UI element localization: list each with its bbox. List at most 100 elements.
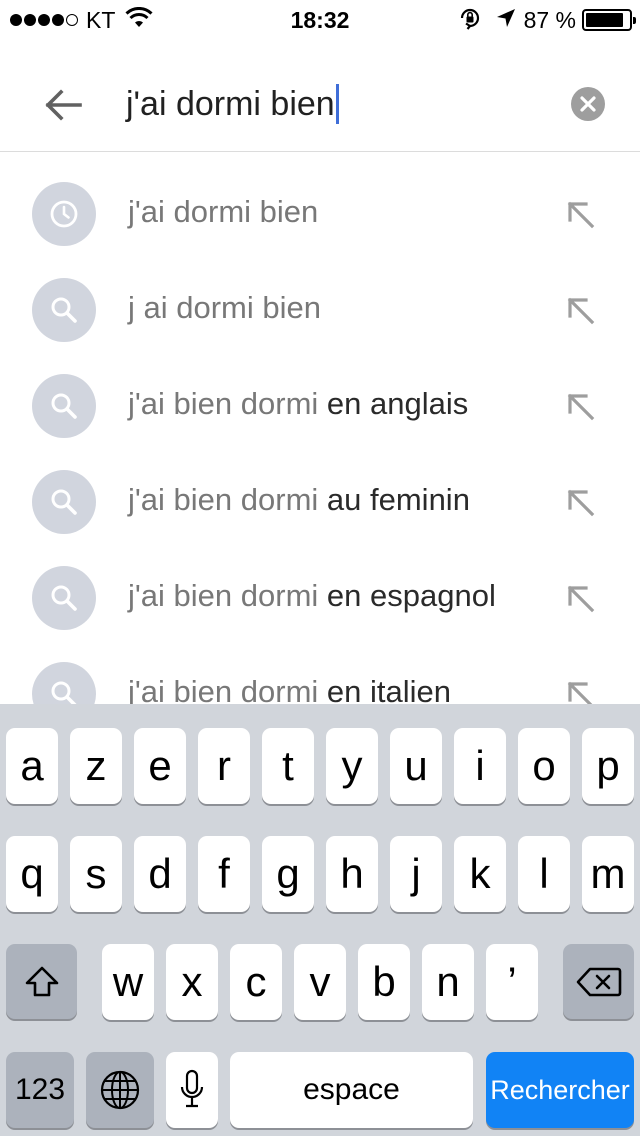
key[interactable]: k [454, 836, 506, 912]
arrow-up-left-icon [562, 388, 598, 424]
battery-percent: 87 % [523, 6, 576, 33]
fill-query-button[interactable] [562, 292, 598, 328]
search-input[interactable]: j'ai dormi bien [126, 76, 546, 132]
suggestion-completion: en italien [318, 674, 452, 704]
microphone-icon [180, 1069, 204, 1108]
shift-key[interactable] [6, 944, 77, 1019]
battery-fill [586, 13, 623, 27]
key[interactable]: n [422, 944, 474, 1020]
key[interactable]: l [518, 836, 570, 912]
arrow-up-left-icon [562, 196, 598, 232]
clear-circle-icon [580, 96, 596, 112]
text-caret [335, 84, 339, 124]
key[interactable]: e [134, 728, 186, 804]
search-return-key[interactable]: Rechercher [486, 1052, 634, 1128]
arrow-up-left-icon [562, 676, 598, 704]
search-header: j'ai dormi bien [0, 40, 640, 152]
suggestion-text: j'ai dormi bien [128, 194, 318, 230]
search-icon [49, 295, 79, 325]
suggestion-item[interactable]: j'ai bien dormi en italien [0, 646, 640, 704]
backspace-icon [576, 967, 621, 996]
key[interactable]: s [70, 836, 122, 912]
location-arrow-icon [496, 8, 516, 33]
fill-query-button[interactable] [562, 388, 598, 424]
suggestion-query: j'ai bien dormi [128, 386, 319, 421]
key[interactable]: b [358, 944, 410, 1020]
suggestion-text: j'ai bien dormi en italien [128, 674, 451, 704]
key[interactable]: p [582, 728, 634, 804]
delete-key[interactable] [563, 944, 634, 1019]
suggestion-text: j'ai bien dormi en anglais [128, 386, 468, 422]
suggestion-completion: en espagnol [318, 578, 496, 613]
clock-icon [49, 199, 79, 229]
search-icon [49, 679, 79, 704]
fill-query-button[interactable] [562, 484, 598, 520]
fill-query-button[interactable] [562, 676, 598, 704]
search-input-text: j'ai dormi bien [126, 84, 335, 123]
suggestion-text: j'ai bien dormi au feminin [128, 482, 470, 518]
keyboard: 123 espace Rechercher azertyuiop qsdfghjk… [0, 704, 640, 1136]
numbers-key[interactable]: 123 [6, 1052, 74, 1128]
suggestion-item[interactable]: j'ai bien dormi en espagnol [0, 550, 640, 646]
back-button[interactable] [38, 80, 88, 130]
battery-cap [633, 17, 636, 24]
key[interactable]: y [326, 728, 378, 804]
key[interactable]: r [198, 728, 250, 804]
key[interactable]: j [390, 836, 442, 912]
search-badge [32, 278, 96, 342]
fill-query-button[interactable] [562, 196, 598, 232]
fill-query-button[interactable] [562, 580, 598, 616]
suggestion-query: j ai dormi bien [128, 290, 321, 325]
globe-icon [100, 1070, 140, 1110]
search-badge [32, 566, 96, 630]
clear-button[interactable] [571, 87, 605, 121]
shift-arrow-icon [25, 966, 58, 996]
suggestion-query: j'ai dormi bien [128, 194, 319, 229]
key[interactable]: t [262, 728, 314, 804]
key[interactable]: v [294, 944, 346, 1020]
status-bar: KT 18:32 87 % [0, 0, 640, 40]
status-right: 87 % [458, 6, 636, 35]
search-icon [49, 391, 79, 421]
search-badge [32, 470, 96, 534]
suggestion-completion: au feminin [318, 482, 470, 517]
key[interactable]: z [70, 728, 122, 804]
history-badge [32, 182, 96, 246]
key[interactable]: q [6, 836, 58, 912]
suggestion-item[interactable]: j'ai dormi bien [0, 166, 640, 262]
arrow-left-icon [45, 89, 82, 121]
key[interactable]: c [230, 944, 282, 1020]
key[interactable]: f [198, 836, 250, 912]
key[interactable]: a [6, 728, 58, 804]
key[interactable]: o [518, 728, 570, 804]
search-badge [32, 662, 96, 704]
suggestion-query: j'ai bien dormi [128, 578, 319, 613]
key[interactable]: ’ [486, 944, 538, 1020]
suggestion-item[interactable]: j'ai bien dormi au feminin [0, 454, 640, 550]
arrow-up-left-icon [562, 484, 598, 520]
suggestion-item[interactable]: j'ai bien dormi en anglais [0, 358, 640, 454]
suggestion-query: j'ai bien dormi [128, 482, 319, 517]
key[interactable]: u [390, 728, 442, 804]
key[interactable]: h [326, 836, 378, 912]
suggestion-text: j'ai bien dormi en espagnol [128, 578, 496, 614]
battery-icon [582, 9, 636, 31]
orientation-lock-icon [458, 6, 482, 35]
key[interactable]: g [262, 836, 314, 912]
space-key[interactable]: espace [230, 1052, 473, 1128]
key[interactable]: i [454, 728, 506, 804]
key[interactable]: m [582, 836, 634, 912]
key[interactable]: w [102, 944, 154, 1020]
search-icon [49, 487, 79, 517]
globe-key[interactable] [86, 1052, 154, 1128]
suggestion-list: j'ai dormi bien j ai dormi bien j'ai bien … [0, 166, 640, 704]
arrow-up-left-icon [562, 580, 598, 616]
arrow-up-left-icon [562, 292, 598, 328]
search-icon [49, 583, 79, 613]
suggestion-item[interactable]: j ai dormi bien [0, 262, 640, 358]
suggestion-completion: en anglais [318, 386, 469, 421]
suggestion-text: j ai dormi bien [128, 290, 321, 326]
key[interactable]: x [166, 944, 218, 1020]
key[interactable]: d [134, 836, 186, 912]
dictation-key[interactable] [166, 1052, 218, 1128]
